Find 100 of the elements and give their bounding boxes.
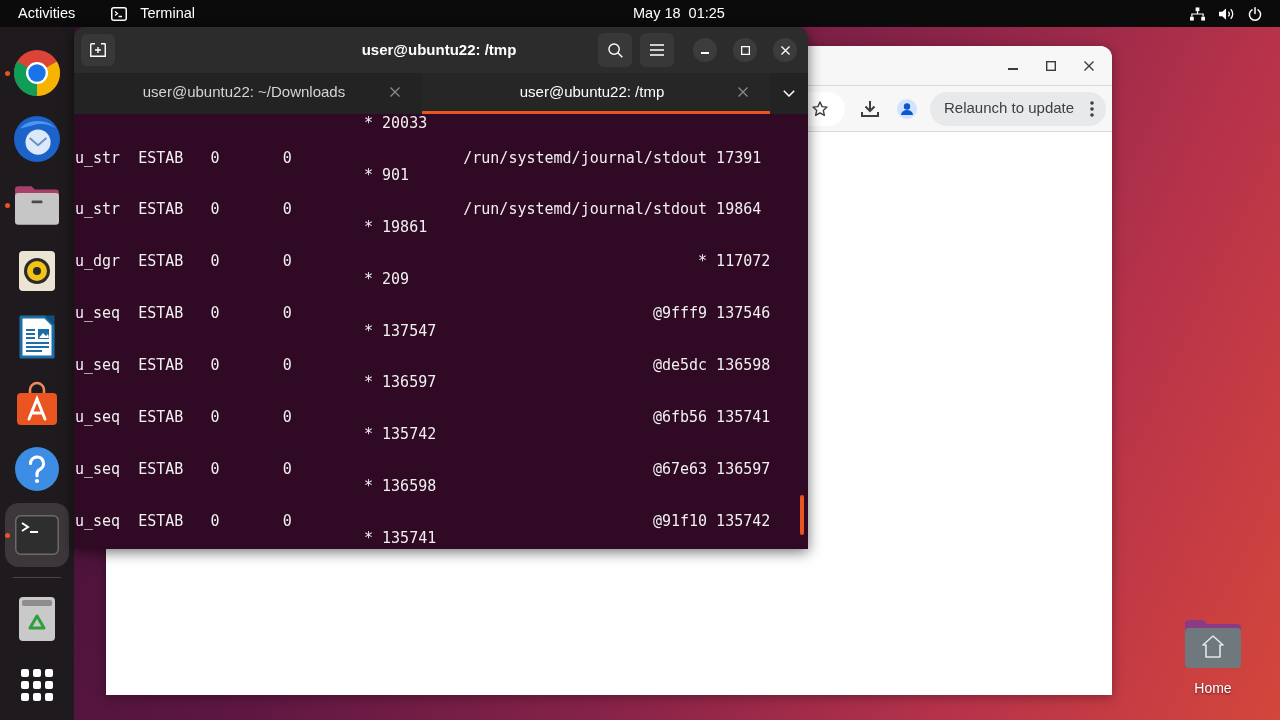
mail-icon	[14, 116, 60, 162]
recv-queue-text: 0	[210, 356, 220, 375]
tab-close-icon[interactable]	[738, 87, 748, 97]
relaunch-button[interactable]: Relaunch to update	[930, 91, 1106, 126]
state-text: ESTAB	[138, 304, 184, 323]
local-address-text: /run/systemd/journal/stdout	[463, 148, 708, 167]
peer-address-text: * 135742	[364, 425, 437, 444]
socket-type-text: u_str	[75, 148, 121, 167]
recv-queue-text: 0	[210, 511, 220, 530]
send-queue-text: 0	[282, 408, 292, 427]
chevron-down-icon[interactable]	[783, 90, 795, 97]
socket-type-text: u_seq	[75, 408, 121, 427]
state-text: ESTAB	[138, 459, 184, 478]
help-icon	[15, 447, 59, 491]
new-tab-icon	[90, 43, 106, 57]
menu-icon	[650, 44, 664, 56]
port-text: 135741	[716, 408, 771, 427]
profile-icon[interactable]	[897, 98, 917, 119]
window-title: user@ubuntu22: /tmp	[361, 39, 517, 60]
bookmark-star-icon[interactable]	[812, 100, 828, 117]
maximize-icon	[740, 45, 750, 55]
socket-type-text: u_seq	[75, 511, 121, 530]
maximize-button[interactable]	[733, 38, 757, 62]
speaker-icon	[19, 251, 55, 291]
peer-address-text: * 901	[364, 165, 410, 184]
close-button[interactable]	[773, 38, 797, 62]
app-menu-button[interactable]: Terminal	[103, 0, 203, 27]
maximize-icon[interactable]	[1046, 60, 1056, 71]
port-text: 136598	[716, 356, 771, 375]
search-button[interactable]	[598, 33, 632, 67]
peer-address-text: * 209	[364, 269, 410, 288]
recv-queue-text: 0	[210, 408, 220, 427]
close-icon	[780, 45, 790, 55]
recv-queue-text: 0	[210, 148, 220, 167]
more-options-icon	[1090, 100, 1094, 117]
folder-icon	[15, 185, 59, 225]
recv-queue-text: 0	[210, 252, 220, 271]
volume-icon[interactable]	[1219, 6, 1234, 21]
download-icon[interactable]	[861, 100, 879, 117]
local-address-text: /run/systemd/journal/stdout	[463, 200, 708, 219]
port-text: 137546	[716, 304, 771, 323]
close-icon[interactable]	[1084, 60, 1094, 71]
socket-type-text: u_str	[75, 200, 121, 219]
browser-icon	[14, 50, 60, 96]
peer-address-text: * 137547	[364, 321, 437, 340]
app-grid-icon[interactable]	[21, 669, 53, 701]
address-bar-field[interactable]	[805, 91, 845, 126]
state-text: ESTAB	[138, 511, 184, 530]
recv-queue-text: 0	[210, 304, 220, 323]
socket-type-text: u_seq	[75, 356, 121, 375]
state-text: ESTAB	[138, 148, 184, 167]
socket-type-text: u_seq	[75, 304, 121, 323]
state-text: ESTAB	[138, 200, 184, 219]
send-queue-text: 0	[282, 200, 292, 219]
local-address-text: @91f10	[652, 511, 708, 530]
local-address-text: @de5dc	[652, 356, 708, 375]
state-text: ESTAB	[138, 252, 184, 271]
home-folder-icon	[1185, 620, 1241, 668]
local-address-text: @9fff9	[652, 304, 708, 323]
port-text: 19864	[716, 200, 762, 219]
clock-button[interactable]: May 18 01:25	[623, 0, 735, 27]
shopping-bag-icon	[17, 381, 57, 425]
send-queue-text: 0	[282, 511, 292, 530]
scrollbar-thumb[interactable]	[800, 495, 804, 535]
state-text: ESTAB	[138, 408, 184, 427]
terminal-icon	[111, 6, 128, 21]
send-queue-text: 0	[282, 148, 292, 167]
document-icon	[19, 315, 55, 359]
peer-address-text: * 136598	[364, 477, 437, 496]
menu-button[interactable]	[640, 33, 674, 67]
send-queue-text: 0	[282, 252, 292, 271]
power-icon[interactable]	[1248, 6, 1262, 21]
new-tab-button[interactable]	[81, 34, 115, 66]
local-address-text: @67e63	[652, 459, 708, 478]
socket-type-text: u_dgr	[75, 252, 121, 271]
state-text: ESTAB	[138, 356, 184, 375]
peer-address-text: * 19861	[364, 217, 428, 236]
minimize-icon	[701, 51, 709, 54]
local-address-text: *	[698, 252, 708, 271]
peer-address-text: * 136597	[364, 373, 437, 392]
tab-close-icon[interactable]	[390, 87, 400, 97]
recv-queue-text: 0	[210, 459, 220, 478]
minimize-button[interactable]	[693, 38, 717, 62]
terminal-icon	[15, 515, 59, 555]
peer-address-text: * 135741	[364, 529, 437, 548]
send-queue-text: 0	[282, 459, 292, 478]
send-queue-text: 0	[282, 304, 292, 323]
port-text: 117072	[716, 252, 771, 271]
port-text: 136597	[716, 459, 771, 478]
send-queue-text: 0	[282, 356, 292, 375]
local-address-text: @6fb56	[652, 408, 708, 427]
network-icon[interactable]	[1190, 6, 1205, 21]
peer-address-text: * 20033	[364, 114, 428, 132]
recv-queue-text: 0	[210, 200, 220, 219]
minimize-icon[interactable]	[1008, 67, 1018, 70]
socket-type-text: u_seq	[75, 459, 121, 478]
search-icon	[607, 42, 623, 58]
port-text: 17391	[716, 148, 762, 167]
activities-button[interactable]: Activities	[8, 0, 86, 27]
port-text: 135742	[716, 511, 771, 530]
